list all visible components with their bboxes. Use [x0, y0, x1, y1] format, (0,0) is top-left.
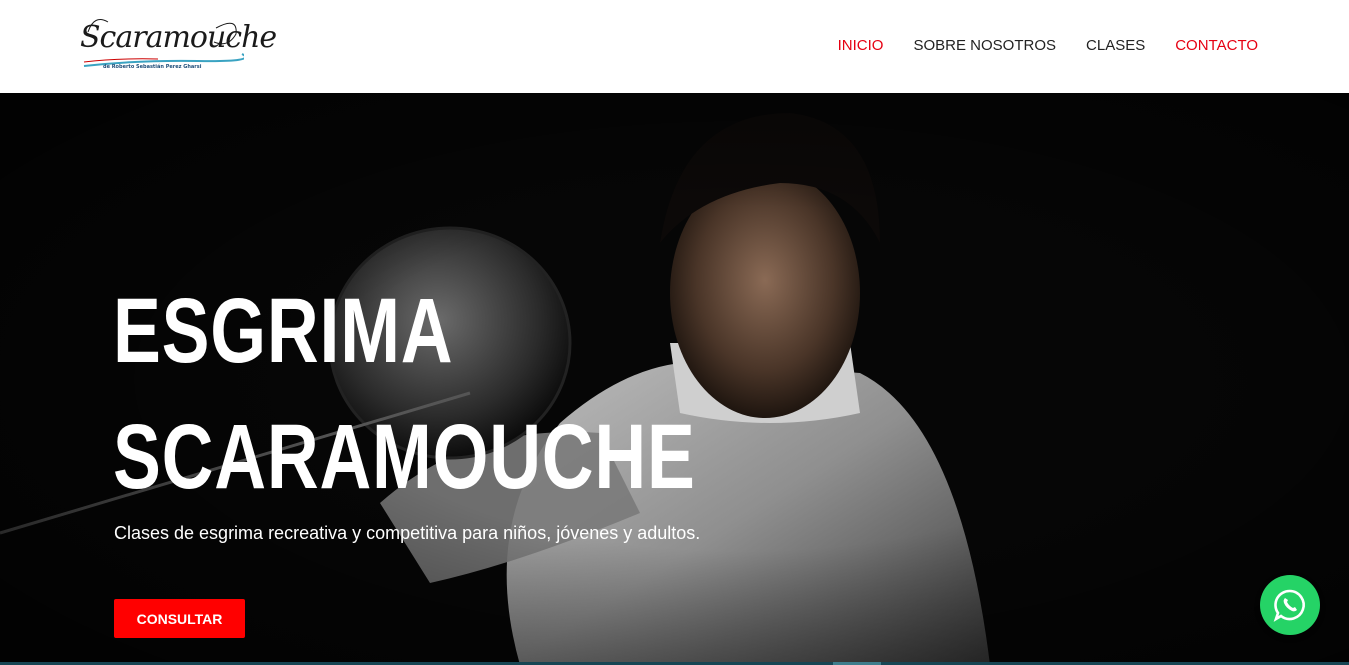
- nav-inicio[interactable]: INICIO: [838, 37, 884, 54]
- whatsapp-button[interactable]: [1260, 575, 1320, 635]
- brand-logo[interactable]: Scaramouche de Roberto Sebastián Perez G…: [78, 14, 277, 76]
- hero-title-line1: ESGRIMA: [113, 280, 454, 382]
- whatsapp-icon: [1273, 589, 1305, 622]
- nav-sobre-nosotros[interactable]: SOBRE NOSOTROS: [913, 37, 1056, 54]
- hero-section: ESGRIMA SCARAMOUCHE Clases de esgrima re…: [0, 93, 1349, 665]
- logo-text: Scaramouche: [80, 20, 277, 55]
- hero-title: ESGRIMA SCARAMOUCHE: [113, 268, 696, 520]
- nav-clases[interactable]: CLASES: [1086, 37, 1145, 54]
- hero-subtitle: Clases de esgrima recreativa y competiti…: [114, 523, 701, 543]
- main-nav: INICIO SOBRE NOSOTROS CLASES CONTACTO: [808, 37, 1258, 54]
- hero-title-line2: SCARAMOUCHE: [113, 406, 696, 508]
- consultar-button[interactable]: CONSULTAR: [114, 599, 245, 638]
- nav-contacto[interactable]: CONTACTO: [1175, 37, 1258, 54]
- logo-subtext: de Roberto Sebastián Perez Gharsi: [103, 64, 202, 70]
- site-header: Scaramouche de Roberto Sebastián Perez G…: [0, 0, 1349, 93]
